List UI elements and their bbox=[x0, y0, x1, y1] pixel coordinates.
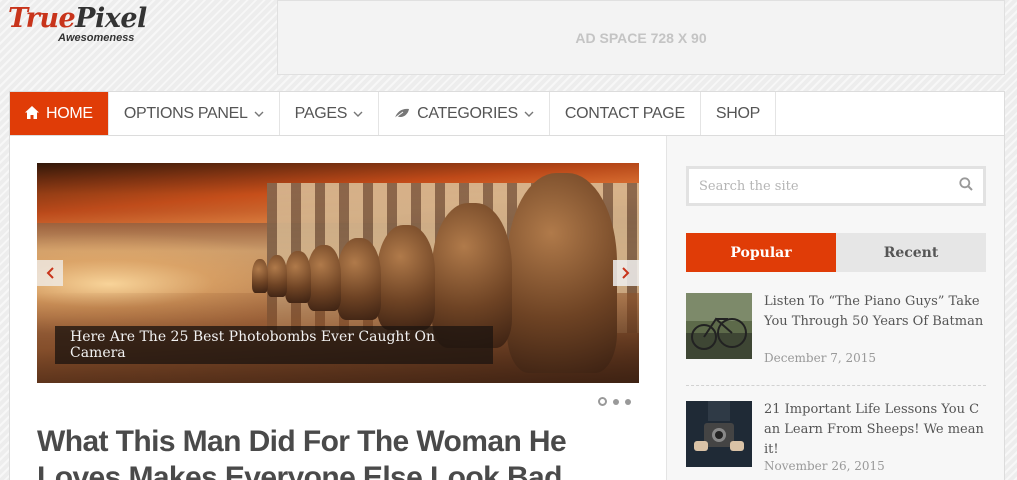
slide-image-statue bbox=[267, 255, 287, 297]
logo-text-true: True bbox=[8, 3, 76, 34]
nav-categories-label: CATEGORIES bbox=[417, 104, 518, 122]
chevron-down-icon bbox=[254, 109, 264, 119]
nav-categories[interactable]: CATEGORIES bbox=[379, 92, 550, 135]
nav-shop[interactable]: SHOP bbox=[701, 92, 776, 135]
sidebar-tabs: Popular Recent bbox=[686, 233, 986, 272]
nav-contact-page[interactable]: CONTACT PAGE bbox=[550, 92, 701, 135]
nav-pages-label: PAGES bbox=[294, 104, 348, 122]
home-icon bbox=[25, 105, 39, 122]
post-title[interactable]: What This Man Did For The Woman He Loves… bbox=[37, 424, 637, 480]
nav-options-panel-label: OPTIONS PANEL bbox=[123, 104, 248, 122]
slide-image-statue bbox=[507, 173, 617, 373]
nav-home-label: HOME bbox=[46, 104, 93, 122]
slider-dot[interactable] bbox=[598, 397, 607, 406]
slide-image-statue bbox=[285, 251, 311, 303]
tab-popular[interactable]: Popular bbox=[686, 233, 836, 272]
chevron-down-icon bbox=[524, 109, 534, 119]
slider-dot[interactable] bbox=[613, 398, 619, 405]
slider-prev-button[interactable] bbox=[37, 260, 63, 286]
leaf-icon bbox=[394, 106, 410, 122]
search-input[interactable] bbox=[699, 178, 959, 194]
ad-banner[interactable]: AD SPACE 728 X 90 bbox=[277, 0, 1005, 75]
slider-dot[interactable] bbox=[625, 398, 631, 405]
slide-caption[interactable]: Here Are The 25 Best Photobombs Ever Cau… bbox=[55, 326, 493, 364]
chevron-left-icon bbox=[46, 267, 54, 279]
nav-shop-label: SHOP bbox=[715, 104, 760, 122]
slide-image-statue bbox=[377, 225, 435, 330]
nav-pages[interactable]: PAGES bbox=[280, 92, 380, 135]
post-title-text: Listen To “The Piano Guys” Take You Thro… bbox=[764, 294, 984, 329]
site-logo[interactable]: TruePixel Awesomeness bbox=[8, 4, 148, 48]
tab-recent[interactable]: Recent bbox=[836, 233, 986, 272]
featured-slider[interactable]: Here Are The 25 Best Photobombs Ever Cau… bbox=[37, 163, 639, 383]
ad-label: AD SPACE 728 X 90 bbox=[575, 29, 707, 46]
post-date: December 7, 2015 bbox=[764, 351, 877, 365]
post-thumbnail[interactable] bbox=[686, 293, 752, 359]
sidebar-post[interactable]: 21 Important Life Lessons You Can Learn … bbox=[686, 401, 986, 480]
slide-caption-text: Here Are The 25 Best Photobombs Ever Cau… bbox=[70, 329, 436, 361]
search-box bbox=[686, 166, 986, 206]
slide-image-statue bbox=[307, 245, 341, 311]
nav-contact-page-label: CONTACT PAGE bbox=[564, 104, 685, 122]
logo-tagline: Awesomeness bbox=[58, 32, 135, 44]
post-title-text: 21 Important Life Lessons You Can Learn … bbox=[764, 402, 984, 457]
logo-text-pixel: Pixel bbox=[75, 3, 147, 34]
post-thumbnail[interactable] bbox=[686, 401, 752, 467]
main-nav: HOME OPTIONS PANEL PAGES CATEGORIES CONT… bbox=[9, 91, 1005, 136]
slide-image-statue bbox=[337, 238, 381, 320]
chevron-down-icon bbox=[353, 109, 363, 119]
sidebar-post[interactable]: Listen To “The Piano Guys” Take You Thro… bbox=[686, 293, 986, 383]
nav-options-panel[interactable]: OPTIONS PANEL bbox=[109, 92, 280, 135]
search-icon[interactable] bbox=[959, 177, 973, 195]
post-divider bbox=[686, 385, 986, 386]
sidebar: Popular Recent Listen To “The Piano Guys… bbox=[666, 136, 1005, 480]
nav-home[interactable]: HOME bbox=[10, 92, 109, 135]
main-content: Here Are The 25 Best Photobombs Ever Cau… bbox=[9, 136, 666, 480]
chevron-right-icon bbox=[622, 267, 630, 279]
slide-image-statue bbox=[252, 259, 268, 293]
post-date: November 26, 2015 bbox=[764, 459, 885, 473]
slider-next-button[interactable] bbox=[613, 260, 639, 286]
slider-pagination bbox=[598, 397, 631, 406]
